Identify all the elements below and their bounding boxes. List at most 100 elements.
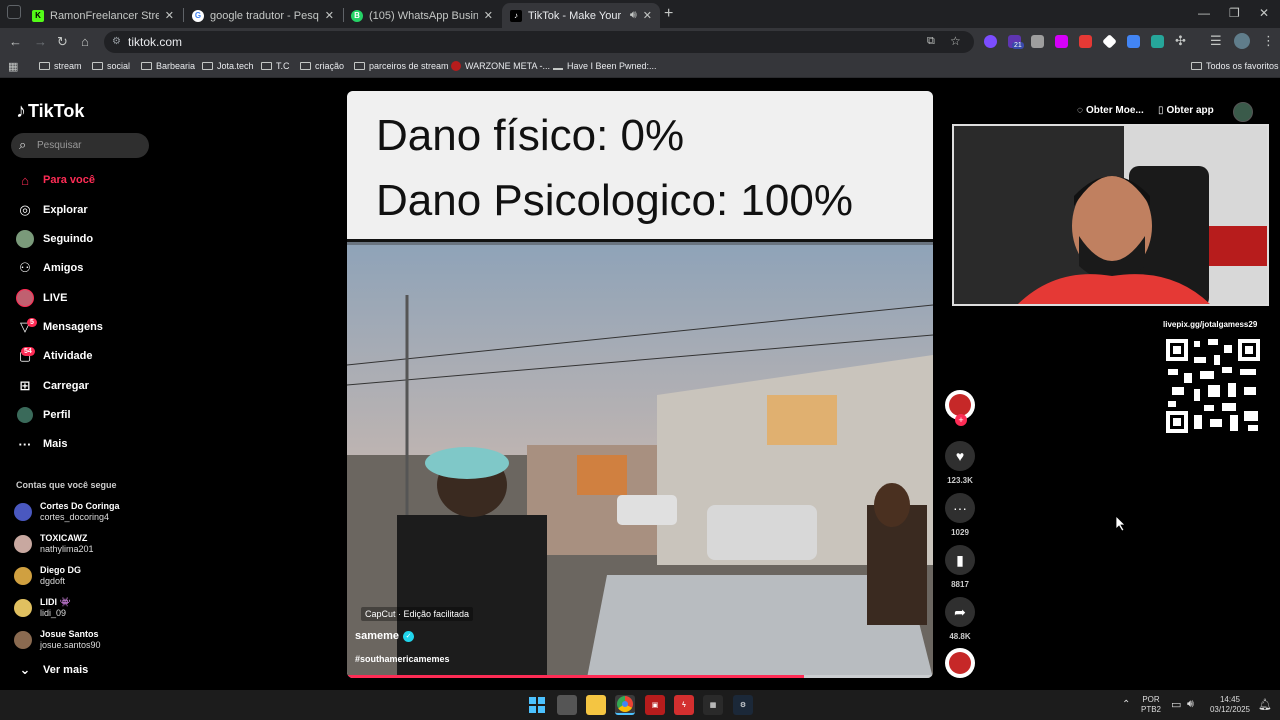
back-button[interactable]: ←: [9, 34, 22, 49]
heart-icon: ♥: [945, 441, 975, 471]
chrome-icon[interactable]: [615, 695, 635, 715]
tab-whatsapp[interactable]: B (105) WhatsApp Business ✕: [343, 3, 501, 28]
upload-icon: ⊞: [19, 378, 31, 393]
creator-avatar[interactable]: +: [945, 390, 975, 426]
nav-amigos[interactable]: ⚇ Amigos: [16, 258, 83, 278]
volume-icon[interactable]: 🔊︎: [1187, 698, 1194, 711]
user-avatar[interactable]: [1233, 102, 1253, 122]
tray-chevron-icon[interactable]: ⌃: [1122, 699, 1130, 710]
search-input[interactable]: ⌕ Pesquisar: [11, 133, 149, 158]
bookmark-parceiros[interactable]: parceiros de stream: [354, 61, 449, 71]
like-button[interactable]: ♥ 123.3K: [945, 441, 975, 485]
followed-account[interactable]: LIDI 👾 lidi_09: [14, 597, 71, 619]
music-disc[interactable]: [945, 648, 975, 678]
following-icon: [16, 230, 34, 248]
clock[interactable]: 14:45 03/12/2025: [1207, 695, 1253, 715]
nav-mais[interactable]: ··· Mais: [16, 434, 68, 454]
get-coins-button[interactable]: ◌ Obter Moe...: [1077, 105, 1144, 116]
bookmark-hibp[interactable]: Have I Been Pwned:...: [553, 61, 657, 71]
reading-list-icon[interactable]: ☰: [1210, 33, 1222, 49]
nav-para-voce[interactable]: ⌂ Para você: [16, 170, 95, 190]
forward-button[interactable]: →: [34, 34, 47, 49]
capcut-label[interactable]: CapCut · Edição facilitada: [361, 607, 474, 621]
extension-purple-icon[interactable]: [1055, 35, 1068, 48]
followed-account[interactable]: Diego DG dgdoft: [14, 565, 81, 587]
tab-title: (105) WhatsApp Business: [369, 9, 478, 22]
install-app-icon[interactable]: ⧉: [927, 35, 935, 48]
nav-explorar[interactable]: ◎ Explorar: [16, 200, 87, 220]
video-progress-bar[interactable]: [347, 675, 933, 678]
windows-start-icon[interactable]: [527, 695, 547, 715]
address-bar[interactable]: ⚙ tiktok.com ⧉ ☆: [104, 31, 974, 53]
video-author[interactable]: sameme ✓: [355, 630, 415, 642]
reload-button[interactable]: ↻: [57, 34, 68, 50]
close-icon[interactable]: ✕: [643, 9, 652, 22]
bookmark-social[interactable]: social: [92, 61, 130, 71]
extension-pen-icon[interactable]: [1031, 35, 1044, 48]
home-button[interactable]: ⌂: [81, 34, 89, 49]
live-icon: [16, 289, 34, 307]
tiktok-logo[interactable]: ♪ TikTok: [16, 100, 84, 123]
tab-tiktok[interactable]: ♪ TikTok - Make Your Day 🔊︎ ✕: [502, 3, 660, 28]
comment-button[interactable]: ··· 1029: [945, 493, 975, 537]
friends-icon: ⚇: [19, 260, 31, 275]
steam-icon[interactable]: ⚙: [733, 695, 753, 715]
extension-translate-icon[interactable]: [1127, 35, 1140, 48]
close-icon[interactable]: ✕: [325, 9, 334, 22]
verified-icon: ✓: [403, 630, 415, 642]
minimize-button[interactable]: —: [1198, 6, 1210, 20]
tiktok-page: ♪ TikTok ⌕ Pesquisar ⌂ Para você ◎ Explo…: [0, 80, 1280, 690]
extension-diamond-icon[interactable]: [1102, 34, 1117, 49]
followed-account[interactable]: Cortes Do Coringa cortes_docoring4: [14, 501, 120, 523]
bookmark-jotatech[interactable]: Jota.tech: [202, 61, 254, 71]
red-app-icon[interactable]: ϟ: [674, 695, 694, 715]
bookmark-stream[interactable]: stream: [39, 61, 82, 71]
all-bookmarks[interactable]: Todos os favoritos: [1191, 61, 1279, 71]
game-launcher-icon[interactable]: ▣: [645, 695, 665, 715]
browser-menu-icon[interactable]: ⋮: [1262, 33, 1275, 49]
caption-line-1: Dano físico: 0%: [376, 111, 685, 160]
close-icon[interactable]: ✕: [484, 9, 493, 22]
file-explorer-icon[interactable]: [586, 695, 606, 715]
bookmark-barbearia[interactable]: Barbearia: [141, 61, 195, 71]
tab-ramonfreelancer[interactable]: K RamonFreelancer Stream - Wat ✕: [24, 3, 182, 28]
new-tab-button[interactable]: +: [664, 5, 673, 23]
epic-games-icon[interactable]: ▦: [703, 695, 723, 715]
bookmark-warzone[interactable]: WARZONE META -...: [451, 61, 550, 71]
bookmark-tc[interactable]: T.C: [261, 61, 290, 71]
language-indicator[interactable]: POR PTB2: [1141, 695, 1161, 715]
bookmark-star-icon[interactable]: ☆: [950, 34, 961, 48]
tab-google-tradutor[interactable]: G google tradutor - Pesquisa Goo ✕: [184, 3, 342, 28]
extension-gear-icon[interactable]: [984, 35, 997, 48]
close-icon[interactable]: ✕: [165, 9, 174, 22]
window-close-button[interactable]: ✕: [1259, 6, 1269, 20]
followed-account[interactable]: Josue Santos josue.santos90: [14, 629, 101, 651]
nav-perfil[interactable]: Perfil: [16, 405, 71, 425]
share-button[interactable]: ➦ 48.8K: [945, 597, 975, 641]
nav-carregar[interactable]: ⊞ Carregar: [16, 376, 89, 396]
see-more-button[interactable]: ⌄ Ver mais: [16, 660, 89, 680]
bookmark-criacao[interactable]: criação: [300, 61, 344, 71]
profile-avatar[interactable]: [1234, 33, 1250, 49]
apps-grid-icon[interactable]: ▦: [8, 60, 18, 73]
extension-download-icon[interactable]: [1151, 35, 1164, 48]
nav-seguindo[interactable]: Seguindo: [16, 229, 93, 249]
nav-live[interactable]: LIVE: [16, 288, 67, 308]
speaker-icon[interactable]: 🔊︎: [630, 9, 637, 22]
video-hashtag[interactable]: #southamericamemes: [355, 654, 450, 664]
task-view-icon[interactable]: [557, 695, 577, 715]
get-app-button[interactable]: ▯ Obter app: [1158, 105, 1214, 116]
site-info-icon[interactable]: ⚙: [112, 36, 121, 47]
restore-button[interactable]: ❐: [1229, 6, 1240, 20]
tab-search-button[interactable]: [7, 5, 21, 19]
follow-plus-icon[interactable]: +: [955, 414, 967, 426]
notification-icon[interactable]: 🔔︎: [1258, 698, 1272, 711]
video-player[interactable]: Dano físico: 0% Dano Psicologico: 100% C…: [347, 91, 933, 678]
folder-icon: [354, 62, 365, 70]
save-button[interactable]: ▮ 8817: [945, 545, 975, 589]
tab-strip: K RamonFreelancer Stream - Wat ✕ G googl…: [0, 0, 1280, 28]
extension-red-icon[interactable]: [1079, 35, 1092, 48]
network-icon[interactable]: ▭: [1171, 698, 1181, 711]
extensions-puzzle-icon[interactable]: ✣: [1175, 33, 1186, 49]
followed-account[interactable]: TOXICAWZ nathylima201: [14, 533, 94, 555]
